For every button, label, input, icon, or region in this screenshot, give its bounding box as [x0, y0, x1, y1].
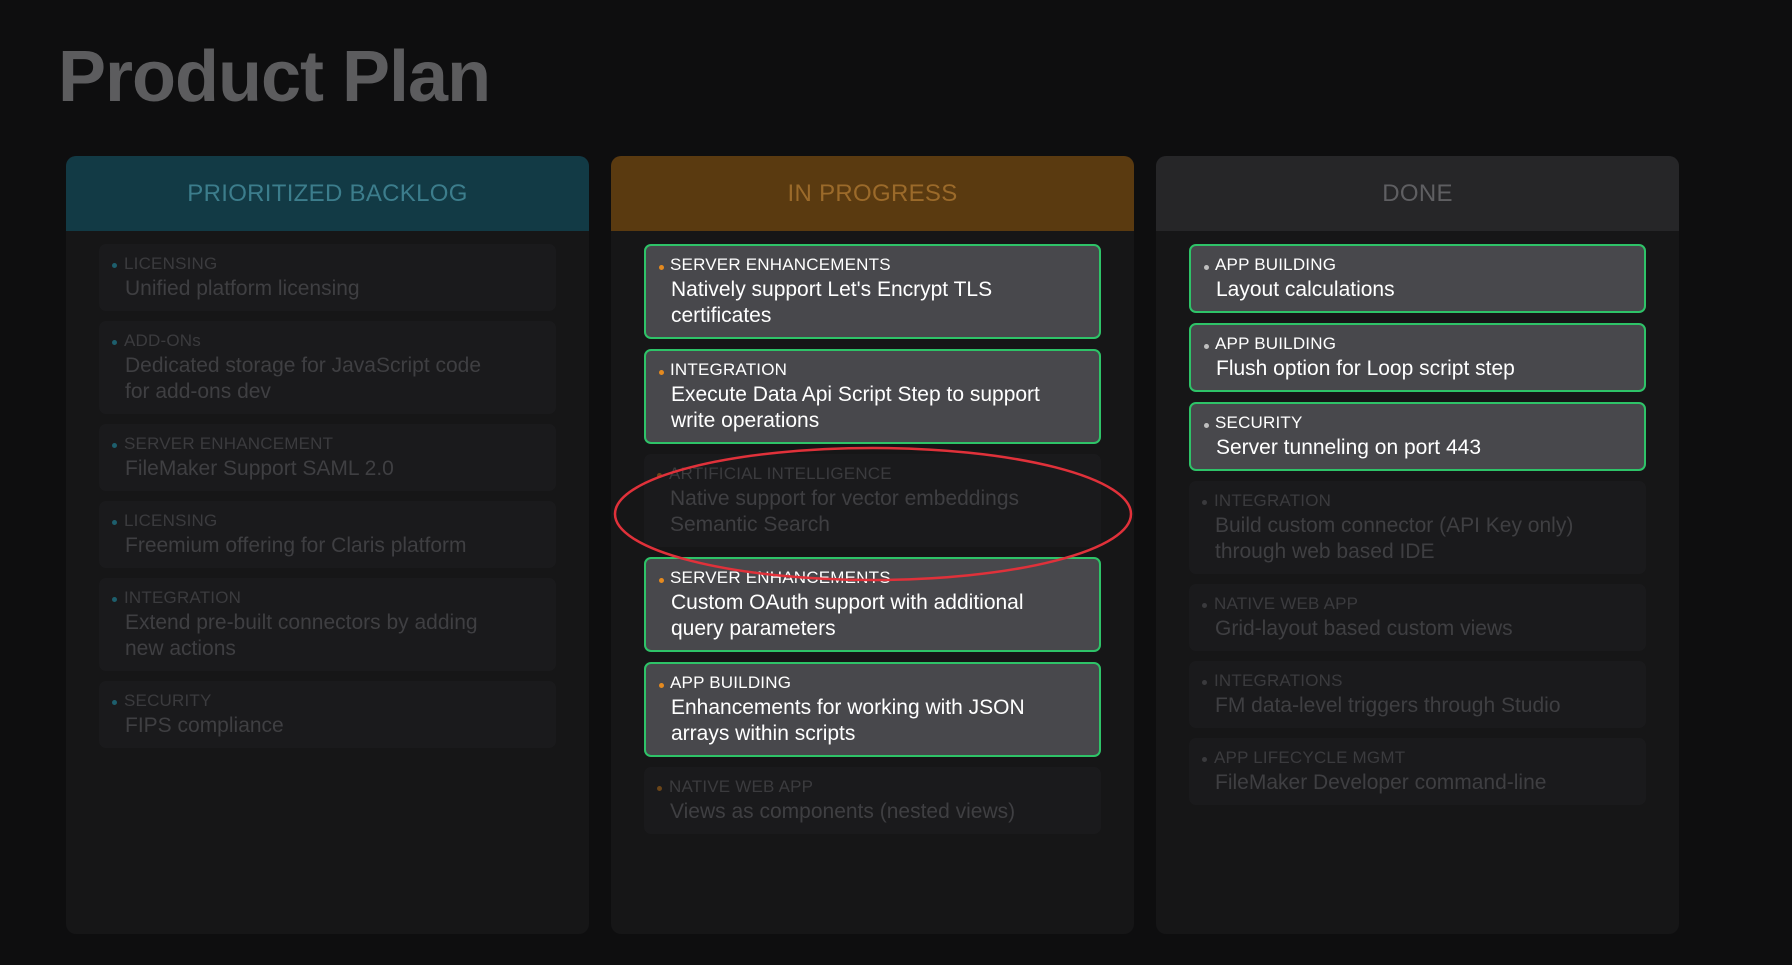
- card-title: Extend pre-built connectors by adding ne…: [125, 611, 478, 660]
- bullet-icon: [112, 340, 117, 345]
- bullet-icon: [657, 473, 662, 478]
- in-progress-card[interactable]: INTEGRATION Execute Data Api Script Step…: [644, 349, 1101, 444]
- card-title: FIPS compliance: [125, 714, 284, 737]
- card-title: Views as components (nested views): [670, 800, 1016, 823]
- card-title: Dedicated storage for JavaScript code fo…: [125, 354, 482, 403]
- bullet-icon: [1202, 680, 1207, 685]
- card-category: INTEGRATIONS: [1214, 671, 1343, 690]
- done-card[interactable]: INTEGRATIONS FM data-level triggers thro…: [1189, 661, 1646, 728]
- card-title: Native support for vector embeddings Sem…: [670, 487, 1020, 536]
- card-category: INTEGRATION: [670, 360, 788, 379]
- card-title: FileMaker Support SAML 2.0: [125, 457, 394, 480]
- done-card[interactable]: INTEGRATION Build custom connector (API …: [1189, 481, 1646, 574]
- card-title: Build custom connector (API Key only) th…: [1215, 514, 1574, 563]
- card-category: INTEGRATION: [124, 588, 242, 607]
- done-card[interactable]: APP LIFECYCLE MGMT FileMaker Developer c…: [1189, 738, 1646, 805]
- card-title: Layout calculations: [1216, 278, 1395, 301]
- bullet-icon: [1202, 757, 1207, 762]
- bullet-icon: [659, 265, 664, 270]
- backlog-card[interactable]: LICENSING Unified platform licensing: [99, 244, 556, 311]
- card-category: APP BUILDING: [1215, 334, 1337, 353]
- card-category: APP BUILDING: [1215, 255, 1337, 274]
- card-category: APP BUILDING: [670, 673, 792, 692]
- card-category: NATIVE WEB APP: [669, 777, 814, 796]
- card-category: SECURITY: [124, 691, 212, 710]
- done-card[interactable]: SECURITY Server tunneling on port 443: [1189, 402, 1646, 471]
- column-in-progress: IN PROGRESS SERVER ENHANCEMENTS Natively…: [611, 156, 1134, 934]
- backlog-card[interactable]: INTEGRATION Extend pre-built connectors …: [99, 578, 556, 671]
- card-category: ADD-ONs: [124, 331, 201, 350]
- card-title: Server tunneling on port 443: [1216, 436, 1482, 459]
- done-card[interactable]: APP BUILDING Layout calculations: [1189, 244, 1646, 313]
- card-category: SECURITY: [1215, 413, 1303, 432]
- card-category: SERVER ENHANCEMENTS: [670, 568, 891, 587]
- done-card[interactable]: NATIVE WEB APP Grid-layout based custom …: [1189, 584, 1646, 651]
- card-title: Enhancements for working with JSON array…: [671, 696, 1025, 745]
- bullet-icon: [1202, 500, 1207, 505]
- in-progress-card[interactable]: NATIVE WEB APP Views as components (nest…: [644, 767, 1101, 834]
- bullet-icon: [112, 443, 117, 448]
- bullet-icon: [112, 700, 117, 705]
- card-title: FM data-level triggers through Studio: [1215, 694, 1561, 717]
- card-category: LICENSING: [124, 254, 218, 273]
- kanban-board: PRIORITIZED BACKLOG LICENSING Unified pl…: [66, 156, 1679, 934]
- card-title: Grid-layout based custom views: [1215, 617, 1513, 640]
- column-header: IN PROGRESS: [611, 156, 1134, 231]
- column-header: DONE: [1156, 156, 1679, 231]
- bullet-icon: [112, 263, 117, 268]
- bullet-icon: [112, 597, 117, 602]
- page-title: Product Plan: [58, 37, 491, 117]
- card-category: INTEGRATION: [1214, 491, 1332, 510]
- bullet-icon: [1204, 344, 1209, 349]
- bullet-icon: [659, 578, 664, 583]
- card-title: Freemium offering for Claris platform: [125, 534, 467, 557]
- column-prioritized-backlog: PRIORITIZED BACKLOG LICENSING Unified pl…: [66, 156, 589, 934]
- bullet-icon: [112, 520, 117, 525]
- bullet-icon: [659, 683, 664, 688]
- card-category: APP LIFECYCLE MGMT: [1214, 748, 1406, 767]
- column-header: PRIORITIZED BACKLOG: [66, 156, 589, 231]
- card-category: SERVER ENHANCEMENTS: [670, 255, 891, 274]
- bullet-icon: [1204, 265, 1209, 270]
- done-card[interactable]: APP BUILDING Flush option for Loop scrip…: [1189, 323, 1646, 392]
- card-category: ARTIFICIAL INTELLIGENCE: [669, 464, 892, 483]
- in-progress-card[interactable]: SERVER ENHANCEMENTS Custom OAuth support…: [644, 557, 1101, 652]
- bullet-icon: [659, 370, 664, 375]
- backlog-card[interactable]: LICENSING Freemium offering for Claris p…: [99, 501, 556, 568]
- card-title: FileMaker Developer command-line: [1215, 771, 1547, 794]
- card-title: Natively support Let's Encrypt TLS certi…: [671, 278, 993, 327]
- backlog-card[interactable]: ADD-ONs Dedicated storage for JavaScript…: [99, 321, 556, 414]
- in-progress-card[interactable]: SERVER ENHANCEMENTS Natively support Let…: [644, 244, 1101, 339]
- card-title: Execute Data Api Script Step to support …: [671, 383, 1040, 432]
- card-title: Custom OAuth support with additional que…: [671, 591, 1024, 640]
- bullet-icon: [1202, 603, 1207, 608]
- column-done: DONE APP BUILDING Layout calculations AP…: [1156, 156, 1679, 934]
- bullet-icon: [1204, 423, 1209, 428]
- bullet-icon: [657, 786, 662, 791]
- in-progress-card[interactable]: APP BUILDING Enhancements for working wi…: [644, 662, 1101, 757]
- card-category: LICENSING: [124, 511, 218, 530]
- card-title: Unified platform licensing: [125, 277, 360, 300]
- backlog-card[interactable]: SERVER ENHANCEMENT FileMaker Support SAM…: [99, 424, 556, 491]
- card-category: SERVER ENHANCEMENT: [124, 434, 334, 453]
- in-progress-card[interactable]: ARTIFICIAL INTELLIGENCE Native support f…: [644, 454, 1101, 547]
- backlog-card[interactable]: SECURITY FIPS compliance: [99, 681, 556, 748]
- card-category: NATIVE WEB APP: [1214, 594, 1359, 613]
- card-title: Flush option for Loop script step: [1216, 357, 1515, 380]
